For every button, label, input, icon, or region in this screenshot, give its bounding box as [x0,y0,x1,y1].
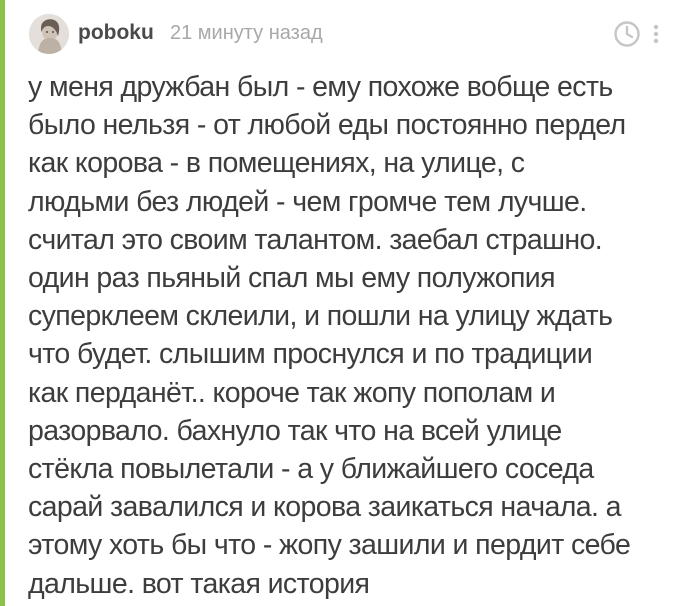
comment-text-line: этому хоть бы что - жопу зашили и пердит… [28,529,631,562]
comment-text-line: дальше. вот такая история [28,567,370,600]
comment-text-line: было нельзя - от любой еды постоянно пер… [28,109,626,142]
thread-indent-line[interactable] [0,0,5,606]
comment-text-line: считал это своим талантом. заебал страшн… [28,223,603,256]
comment-text-line: один раз пьяный спал мы ему полужопия [28,262,556,295]
comment-card: poboku 21 минуту назад у меня дружбан бы… [0,0,700,606]
author-username[interactable]: poboku [78,21,154,45]
comment-header: poboku 21 минуту назад [29,14,679,56]
avatar-image [29,14,69,54]
comment-body: у меня дружбан был - ему похоже вобще ес… [28,68,678,603]
comment-text-line: у меня дружбан был - ему похоже вобще ес… [28,71,613,103]
avatar[interactable] [29,14,69,54]
clock-icon[interactable] [613,20,641,48]
comment-text-line: как корова - в помещениях, на улице, с [28,147,525,180]
comment-text-line: сарай завалился и корова заикаться начал… [28,491,621,524]
comment-timestamp: 21 минуту назад [170,22,323,44]
comment-text-line: разорвало. бахнуло так что на всей улице [28,414,562,447]
comment-text-line: как перданёт.. короче так жопу пополам и [28,376,556,409]
comment-text-line: суперклеем склеили, и пошли на улицу жда… [28,300,613,333]
vertical-dots-icon[interactable] [649,20,663,48]
comment-text-line: что будет. слышим проснулся и по традици… [28,338,593,371]
comment-text-line: стёкла повылетали - а у ближайшего сосед… [28,453,594,486]
comment-text-line: людьми без людей - чем громче тем лучше. [28,185,587,218]
